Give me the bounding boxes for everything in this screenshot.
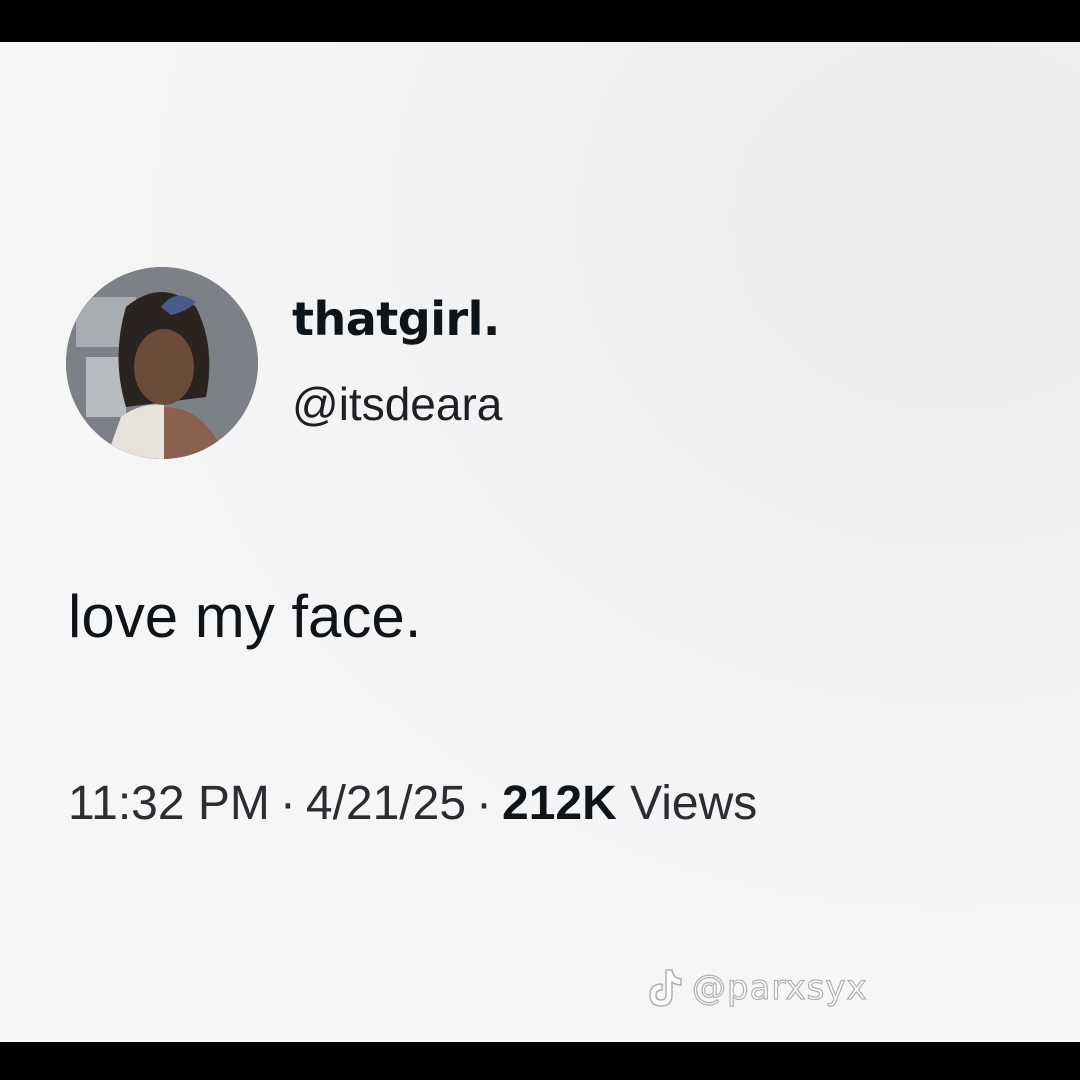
avatar-photo: [66, 267, 258, 459]
tweet-meta: 11:32 PM · 4/21/25 · 212K Views: [68, 776, 757, 831]
author-display-name[interactable]: thatgirl.: [292, 292, 500, 346]
meta-separator: ·: [476, 777, 493, 830]
author-handle[interactable]: @itsdeara: [292, 377, 502, 431]
views-count: 212K: [502, 777, 617, 830]
tweet-time[interactable]: 11:32 PM: [68, 777, 270, 830]
tweet-date[interactable]: 4/21/25: [306, 777, 466, 830]
views-label: Views: [630, 777, 758, 830]
tweet-screenshot: thatgirl. @itsdeara love my face. 11:32 …: [0, 42, 1080, 1042]
tiktok-watermark: @parxsyx: [640, 964, 868, 1012]
tiktok-icon: [649, 969, 682, 1007]
watermark-text: @parxsyx: [691, 967, 868, 1008]
tweet-text: love my face.: [68, 583, 422, 650]
avatar[interactable]: [66, 267, 258, 459]
meta-separator: ·: [279, 777, 296, 830]
